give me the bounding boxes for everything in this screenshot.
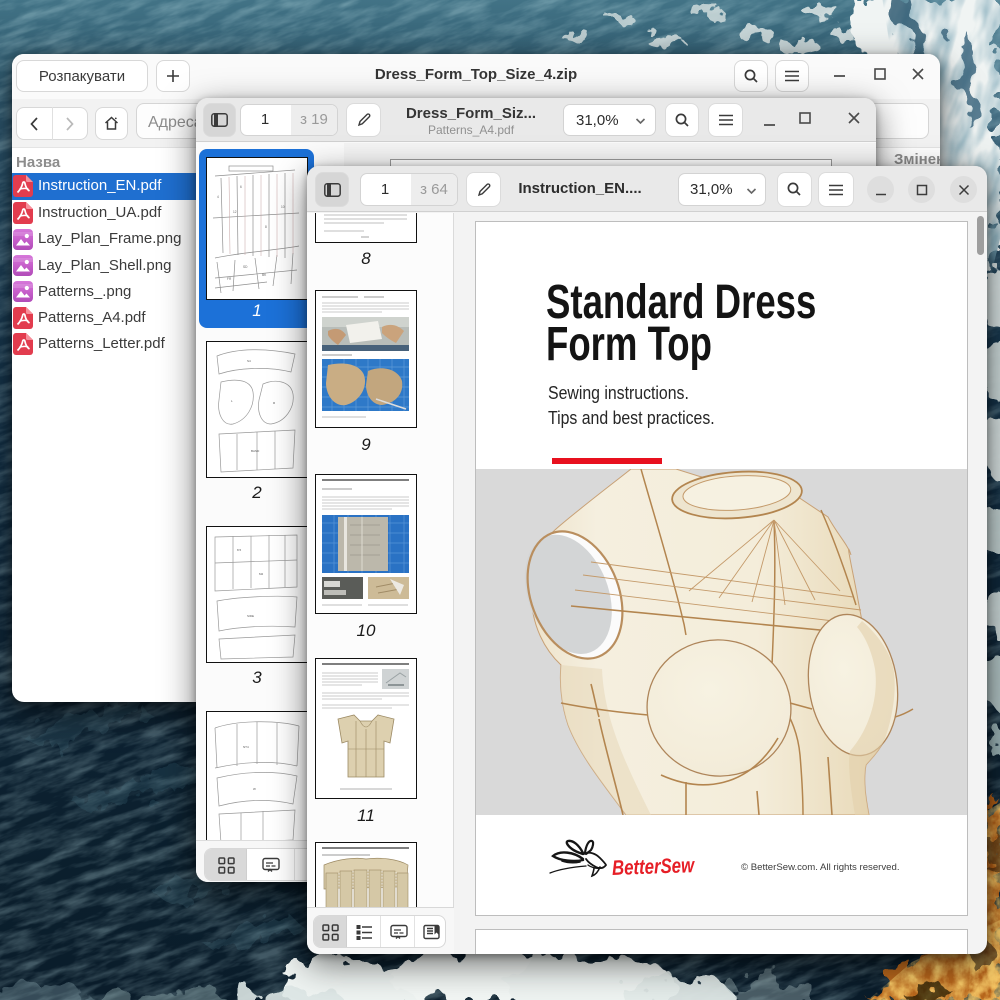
svg-text:8.5: 8.5: [237, 548, 242, 552]
svg-text:R: R: [273, 401, 276, 405]
svg-text:L: L: [231, 399, 233, 403]
svg-text:SD: SD: [243, 265, 248, 269]
svg-text:SIDE: SIDE: [247, 614, 254, 618]
svg-text:6: 6: [240, 185, 242, 189]
svg-text:FR: FR: [227, 277, 232, 281]
svg-text:S4: S4: [247, 359, 251, 363]
svg-text:4: 4: [217, 195, 219, 199]
svg-text:10: 10: [281, 205, 285, 209]
svg-text:BK: BK: [262, 273, 267, 277]
svg-text:12: 12: [233, 210, 237, 214]
svg-text:W: W: [253, 787, 256, 791]
svg-text:BAND: BAND: [251, 449, 260, 453]
svg-text:8: 8: [265, 225, 267, 229]
svg-text:NT4: NT4: [243, 745, 249, 749]
svg-text:M2: M2: [259, 572, 263, 576]
